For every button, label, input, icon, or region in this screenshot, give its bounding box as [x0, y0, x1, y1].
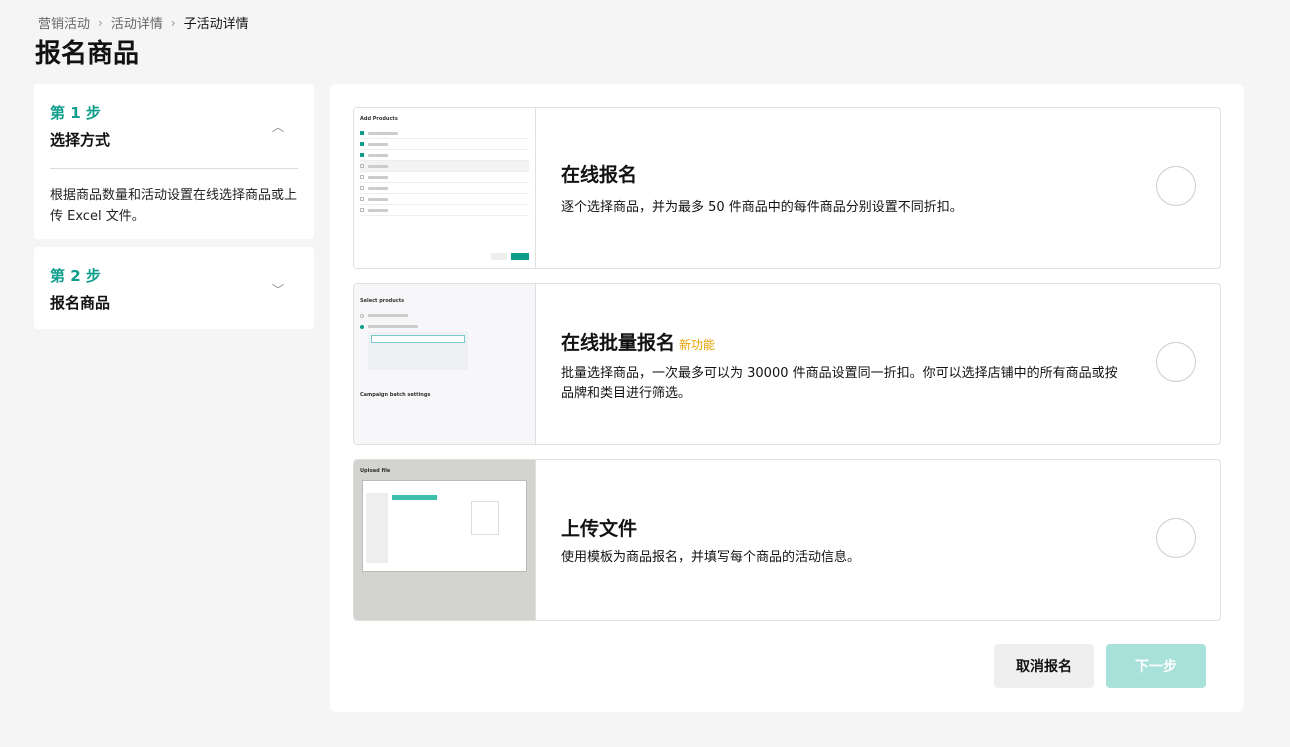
option-title: 在线批量报名 新功能 [561, 328, 715, 355]
divider [50, 168, 298, 169]
step-number: 第 2 步 [50, 267, 101, 285]
chevron-up-icon[interactable]: ︿ [272, 118, 284, 135]
breadcrumb-marketing[interactable]: 营销活动 [38, 13, 90, 32]
thumb-title: Upload file [360, 468, 391, 474]
cancel-registration-button[interactable]: 取消报名 [994, 644, 1094, 688]
chevron-right-icon: › [170, 15, 176, 30]
step-1-panel[interactable]: 第 1 步 选择方式 ︿ 根据商品数量和活动设置在线选择商品或上传 Excel … [34, 84, 314, 239]
next-step-button[interactable]: 下一步 [1106, 644, 1206, 688]
new-feature-badge: 新功能 [679, 338, 716, 352]
option-radio[interactable] [1156, 166, 1196, 206]
thumb-title: Add Products [360, 116, 398, 122]
option-radio[interactable] [1156, 518, 1196, 558]
step-2-panel[interactable]: 第 2 步 报名商品 ﹀ [34, 247, 314, 329]
breadcrumb: 营销活动 › 活动详情 › 子活动详情 [38, 13, 249, 33]
batch-thumbnail: Select products Campaign batch settings [354, 284, 536, 444]
method-selection-panel: Add Products 在线报名 逐个选择商品，并为最多 50 件商品中的每件… [330, 84, 1244, 712]
page-title: 报名商品 [35, 39, 140, 69]
option-description: 逐个选择商品，并为最多 50 件商品中的每件商品分别设置不同折扣。 [561, 200, 963, 215]
option-upload[interactable]: Upload file 上传文件 使用模板为商品报名，并填写每个商品的活动信息。 [353, 459, 1221, 621]
option-online[interactable]: Add Products 在线报名 逐个选择商品，并为最多 50 件商品中的每件… [353, 107, 1221, 269]
option-title: 在线报名 [561, 164, 638, 186]
chevron-down-icon[interactable]: ﹀ [272, 281, 284, 298]
option-description: 批量选择商品，一次最多可以为 30000 件商品设置同一折扣。你可以选择店铺中的… [561, 366, 1118, 401]
upload-thumbnail: Upload file [354, 460, 536, 620]
step-number: 第 1 步 [50, 104, 101, 122]
thumb-subtitle: Campaign batch settings [360, 392, 431, 398]
step-name: 报名商品 [50, 294, 111, 312]
breadcrumb-activity[interactable]: 活动详情 [111, 13, 163, 32]
thumb-title: Select products [360, 298, 405, 304]
option-title: 上传文件 [561, 518, 638, 540]
option-batch[interactable]: Select products Campaign batch settings … [353, 283, 1221, 445]
breadcrumb-current: 子活动详情 [183, 17, 249, 32]
chevron-right-icon: › [98, 15, 103, 30]
option-description: 使用模板为商品报名，并填写每个商品的活动信息。 [561, 550, 861, 565]
option-title-text: 在线批量报名 [561, 332, 676, 354]
step-description: 根据商品数量和活动设置在线选择商品或上传 Excel 文件。 [50, 188, 298, 224]
option-radio[interactable] [1156, 342, 1196, 382]
online-thumbnail: Add Products [354, 108, 536, 268]
step-name: 选择方式 [50, 131, 111, 149]
